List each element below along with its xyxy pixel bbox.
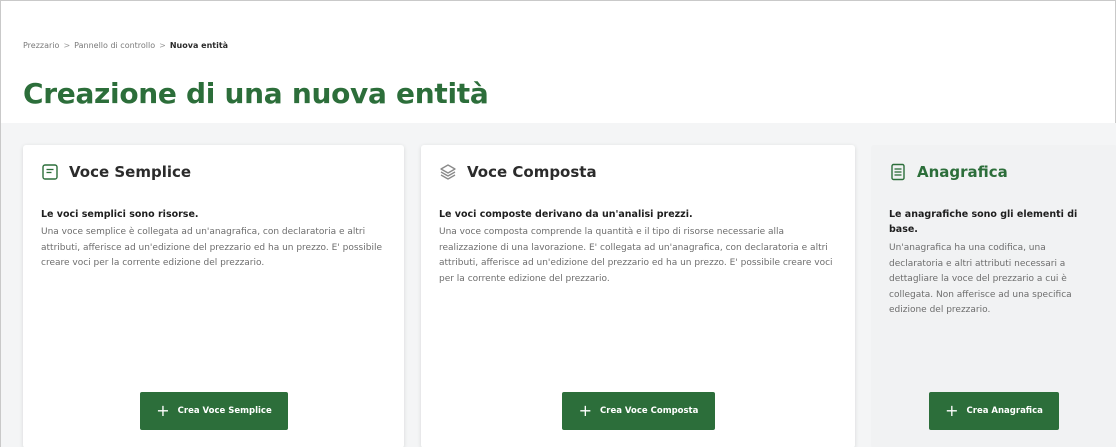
card-voce-composta: Voce Composta Le voci composte derivano … (421, 145, 855, 447)
plus-icon: + (945, 401, 959, 420)
card-description: Una voce composta comprende la quantità … (439, 227, 833, 284)
page-frame: Prezzario > Pannello di controllo > Nuov… (0, 0, 1116, 447)
card-header: Voce Composta (439, 163, 597, 181)
button-label: Crea Anagrafica (966, 406, 1043, 416)
crea-anagrafica-button[interactable]: + Crea Anagrafica (929, 392, 1059, 430)
crea-voce-semplice-button[interactable]: + Crea Voce Semplice (140, 392, 288, 430)
card-lead: Le anagrafiche sono gli elementi di base… (889, 209, 1078, 235)
breadcrumb-item-prezzario[interactable]: Prezzario (23, 41, 59, 50)
card-lead: Le voci composte derivano da un'analisi … (439, 209, 693, 220)
breadcrumb: Prezzario > Pannello di controllo > Nuov… (23, 41, 228, 50)
layers-icon (439, 163, 457, 181)
breadcrumb-separator: > (159, 41, 166, 50)
plus-icon: + (156, 401, 170, 420)
card-description: Un'anagrafica ha una codifica, una decla… (889, 243, 1072, 315)
card-lead: Le voci semplici sono risorse. (41, 209, 199, 220)
card-description: Una voce semplice è collegata ad un'anag… (41, 227, 382, 268)
card-title: Voce Composta (467, 163, 597, 181)
card-header: Anagrafica (889, 163, 1008, 181)
card-voce-semplice: Voce Semplice Le voci semplici sono riso… (23, 145, 404, 447)
breadcrumb-item-pannello[interactable]: Pannello di controllo (74, 41, 155, 50)
page-title: Creazione di una nuova entità (23, 77, 489, 110)
card-title: Voce Semplice (69, 163, 192, 181)
list-document-icon (889, 163, 907, 181)
crea-voce-composta-button[interactable]: + Crea Voce Composta (562, 392, 715, 430)
plus-icon: + (578, 401, 593, 420)
breadcrumb-item-current: Nuova entità (169, 41, 229, 50)
breadcrumb-separator: > (63, 41, 71, 50)
card-title: Anagrafica (917, 163, 1008, 181)
document-lines-icon (41, 163, 59, 181)
card-header: Voce Semplice (41, 163, 191, 181)
button-label: Crea Voce Semplice (177, 406, 272, 416)
button-label: Crea Voce Composta (600, 406, 699, 416)
card-anagrafica: Anagrafica Le anagrafiche sono gli eleme… (871, 145, 1116, 447)
